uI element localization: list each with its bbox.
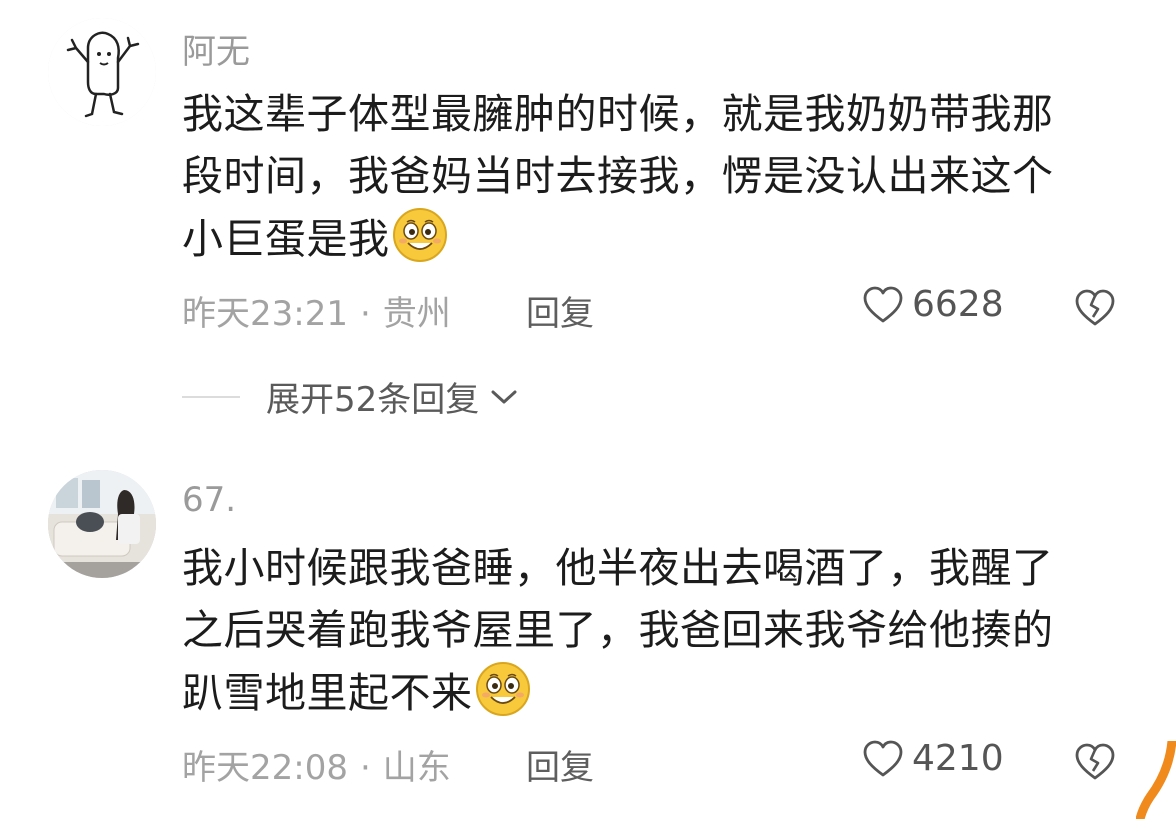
location: 山东 xyxy=(382,748,451,788)
expand-replies[interactable]: 展开52条回复 xyxy=(182,372,519,421)
comment-text-fragment: 小巨蛋是我 xyxy=(182,215,390,263)
comment-text: 我这辈子体型最臃肿的时候，就是我奶奶带我那 段时间，我爸妈当时去接我，愣是没认出… xyxy=(182,83,1142,269)
username[interactable]: 阿无 xyxy=(182,24,250,73)
like-count: 4210 xyxy=(912,738,1004,779)
like-button[interactable]: 6628 xyxy=(862,284,1004,325)
comment-meta: 昨天22:08 · 山东 xyxy=(182,740,451,789)
comment-text-line: 之后哭着跑我爷屋里了，我爸回来我爷给他揍的 xyxy=(182,606,1054,654)
separator: · xyxy=(359,748,371,788)
smiling-face-emoji-icon xyxy=(475,662,530,716)
room-photo-icon xyxy=(48,470,156,578)
broken-heart-icon[interactable] xyxy=(1074,741,1116,783)
comment-meta: 昨天23:21 · 贵州 xyxy=(182,286,451,335)
divider xyxy=(182,395,240,398)
comment-text-line: 趴雪地里起不来 xyxy=(182,661,1142,723)
comment-text-fragment: 趴雪地里起不来 xyxy=(182,669,473,717)
like-button[interactable]: 4210 xyxy=(862,738,1004,779)
reply-button[interactable]: 回复 xyxy=(526,740,594,789)
smiling-face-emoji-icon xyxy=(392,208,447,262)
username[interactable]: 67. xyxy=(182,480,236,520)
avatar[interactable] xyxy=(48,18,156,126)
comment-text-line: 我这辈子体型最臃肿的时候，就是我奶奶带我那 xyxy=(182,90,1054,138)
comment-text-line: 我小时候跟我爸睡，他半夜出去喝酒了，我醒了 xyxy=(182,544,1054,592)
like-count: 6628 xyxy=(912,284,1004,325)
heart-icon xyxy=(863,286,903,322)
heart-icon xyxy=(863,740,903,776)
doodle-figure-icon xyxy=(48,18,156,126)
separator: · xyxy=(359,294,371,334)
timestamp: 昨天23:21 xyxy=(182,294,348,334)
orange-stroke-decoration xyxy=(1136,741,1176,819)
expand-replies-label: 展开52条回复 xyxy=(266,380,480,420)
chevron-down-icon xyxy=(491,390,517,403)
location: 贵州 xyxy=(382,294,451,334)
reply-button[interactable]: 回复 xyxy=(526,286,594,335)
comment-text: 我小时候跟我爸睡，他半夜出去喝酒了，我醒了 之后哭着跑我爷屋里了，我爸回来我爷给… xyxy=(182,537,1142,723)
comment-text-line: 段时间，我爸妈当时去接我，愣是没认出来这个 xyxy=(182,152,1054,200)
broken-heart-icon[interactable] xyxy=(1074,287,1116,329)
avatar[interactable] xyxy=(48,470,156,578)
comment-text-line: 小巨蛋是我 xyxy=(182,207,1142,269)
timestamp: 昨天22:08 xyxy=(182,748,348,788)
